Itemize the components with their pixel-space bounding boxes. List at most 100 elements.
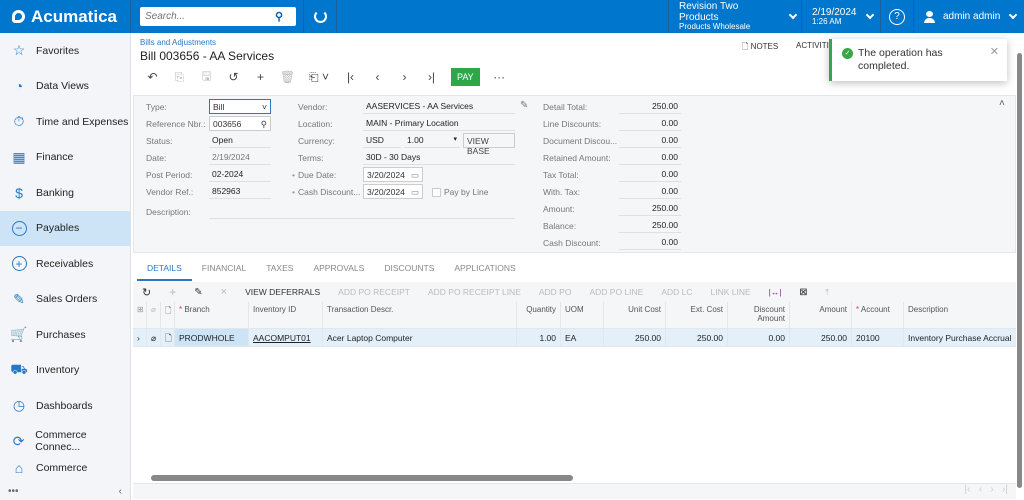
scrollbar-thumb[interactable] [1017,53,1022,488]
cell-account[interactable]: 20100 [852,329,904,346]
add-po-receipt-line-button[interactable]: ADD PO RECEIPT LINE [419,287,530,297]
tab-applications[interactable]: APPLICATIONS [444,261,525,281]
add-po-receipt-button[interactable]: ADD PO RECEIPT [329,287,419,297]
user-menu[interactable]: admin admin [913,0,1024,33]
more-actions-icon[interactable]: ··· [486,70,513,84]
sidebar-item-banking[interactable]: $ Banking [0,175,130,211]
attachment-icon[interactable]: ⌀ [147,329,161,346]
collapse-sidebar-icon[interactable]: ‹ [119,486,122,497]
undo-icon[interactable]: ↺ [220,70,247,84]
delete-icon[interactable]: 🗑 [274,70,301,84]
reference-nbr-input[interactable]: 003656 ⚲ [209,116,271,131]
vendor-input[interactable]: AASERVICES - AA Services [363,99,515,114]
acumatica-logo[interactable]: Acumatica [0,0,131,33]
close-icon[interactable]: ✕ [990,45,999,58]
cell-uom[interactable]: EA [561,329,604,346]
calendar-icon[interactable]: ▭ [411,170,419,181]
column-amount[interactable]: Amount [790,302,852,328]
sidebar-item-data-views[interactable]: ◔ Data Views [0,69,130,105]
add-po-button[interactable]: ADD PO [530,287,581,297]
column-uom[interactable]: UOM [561,302,604,328]
search-box[interactable]: ⚲ [140,7,296,26]
previous-record-icon[interactable]: ‹ [364,70,391,84]
cell-branch[interactable]: PRODWHOLE [175,329,249,346]
sidebar-item-purchases[interactable]: 🛒 Purchases [0,317,130,353]
upload-icon[interactable]: ⤒ [816,287,838,298]
tab-financial[interactable]: FINANCIAL [192,261,256,281]
type-select[interactable]: Bill ˅ [209,99,271,114]
column-unit-cost[interactable]: Unit Cost [604,302,666,328]
edit-row-icon[interactable]: ✎ [185,287,211,298]
fit-columns-icon[interactable]: |↔| [760,287,791,297]
sidebar-item-payables[interactable]: − Payables [0,210,130,246]
column-description[interactable]: Description [904,302,1014,328]
view-deferrals-button[interactable]: VIEW DEFERRALS [236,287,329,297]
vendor-ref-input[interactable]: 852963 [209,184,271,199]
table-row[interactable]: › ⌀ 🗋 PRODWHOLE AACOMPUT01 Acer Laptop C… [133,329,1016,347]
company-selector[interactable]: Revision Two Products Products Wholesale [668,0,798,33]
recent-history-button[interactable] [303,0,337,33]
calendar-icon[interactable]: ▭ [411,187,419,198]
sidebar-item-commerce-connector[interactable]: ⟳ Commerce Connec... [0,424,130,460]
scrollbar-thumb[interactable] [151,475,573,481]
terms-input[interactable]: 30D - 30 Days [363,150,515,165]
export-excel-icon[interactable]: ☒ [791,287,817,298]
pager-last-icon[interactable]: ›| [1002,484,1008,495]
add-row-icon[interactable]: + [160,285,185,299]
more-icon[interactable]: ••• [8,486,19,497]
notes-button[interactable]: 🗋 NOTES [742,41,778,55]
column-ext-cost[interactable]: Ext. Cost [666,302,728,328]
edit-vendor-icon[interactable]: ✎ [520,100,528,111]
cell-inventory-id[interactable]: AACOMPUT01 [249,329,323,346]
copy-paste-icon[interactable]: ⎗ ˅ [301,70,337,85]
sidebar-item-finance[interactable]: ▦ Finance [0,140,130,176]
cell-ext-cost[interactable]: 250.00 [666,329,728,346]
location-input[interactable]: MAIN - Primary Location [363,116,515,131]
link-line-button[interactable]: LINK LINE [702,287,760,297]
last-record-icon[interactable]: ›| [418,70,445,84]
column-transaction-descr[interactable]: Transaction Descr. [323,302,517,328]
cell-quantity[interactable]: 1.00 [517,329,561,346]
cell-transaction-descr[interactable]: Acer Laptop Computer [323,329,517,346]
horizontal-scrollbar[interactable] [139,475,1009,481]
tab-details[interactable]: DETAILS [137,261,192,281]
column-config-icon[interactable]: ⊞ [133,302,147,328]
collapse-form-icon[interactable]: ˄ [999,98,1005,109]
sidebar-item-time-expenses[interactable]: ⏱ Time and Expenses [0,104,130,140]
cash-discount-date-input[interactable]: 3/20/2024 ▭ [363,184,423,199]
tab-discounts[interactable]: DISCOUNTS [374,261,444,281]
delete-row-icon[interactable]: × [212,286,236,298]
tab-taxes[interactable]: TAXES [256,261,303,281]
vertical-scrollbar[interactable] [1016,45,1024,500]
save-close-icon[interactable]: ⎘ [166,70,193,85]
pager-next-icon[interactable]: › [990,484,993,495]
currency-rate-select[interactable]: 1.00 ▾ [404,133,460,148]
cell-unit-cost[interactable]: 250.00 [604,329,666,346]
pay-by-line-checkbox[interactable]: Pay by Line [432,187,488,197]
tab-approvals[interactable]: APPROVALS [303,261,374,281]
sidebar-item-sales-orders[interactable]: ✎ Sales Orders [0,282,130,318]
first-record-icon[interactable]: |‹ [337,70,364,84]
search-icon[interactable]: ⚲ [275,10,283,23]
cell-description[interactable]: Inventory Purchase Accrual [904,329,1014,346]
breadcrumb[interactable]: Bills and Adjustments [140,38,216,47]
save-icon[interactable]: 🖫 [193,67,220,88]
lookup-icon[interactable]: ⚲ [261,119,267,130]
cell-discount-amount[interactable]: 0.00 [728,329,790,346]
add-lc-button[interactable]: ADD LC [652,287,701,297]
refresh-icon[interactable]: ↻ [133,286,160,299]
note-icon[interactable]: 🗋 [161,329,175,346]
expand-row-icon[interactable]: › [133,329,147,346]
column-quantity[interactable]: Quantity [517,302,561,328]
search-input[interactable] [145,11,275,22]
add-po-line-button[interactable]: ADD PO LINE [580,287,652,297]
column-inventory-id[interactable]: Inventory ID [249,302,323,328]
pager-first-icon[interactable]: |‹ [964,484,970,495]
sidebar-item-inventory[interactable]: ⛟ Inventory [0,353,130,389]
view-base-button[interactable]: VIEW BASE [463,133,515,156]
column-discount-amount[interactable]: Discount Amount [728,302,790,328]
post-period-input[interactable]: 02-2024 [209,167,271,182]
due-date-input[interactable]: 3/20/2024 ▭ [363,167,423,182]
sidebar-item-favorites[interactable]: ☆ Favorites [0,33,130,69]
date-value[interactable]: 2/19/2024 [209,150,271,165]
